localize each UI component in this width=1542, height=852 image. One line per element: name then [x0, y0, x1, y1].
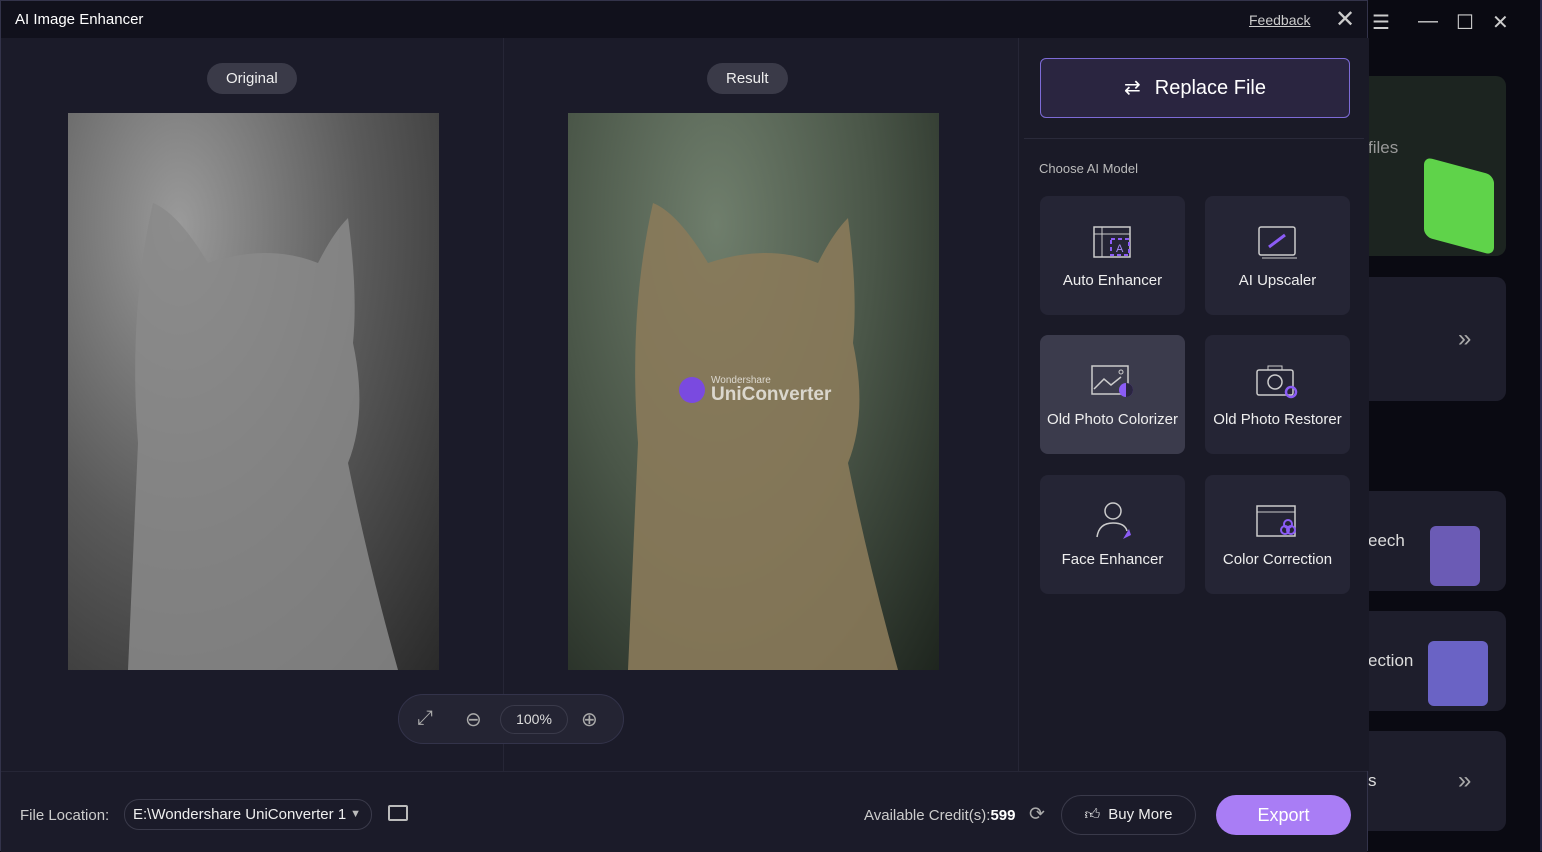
original-label: Original	[207, 63, 297, 94]
bg-card[interactable]: »	[1368, 277, 1506, 401]
bg-card[interactable]: s»	[1368, 731, 1506, 831]
upscaler-icon	[1257, 226, 1297, 259]
close-icon[interactable]: ✕	[1335, 5, 1355, 34]
zoom-controls: ⤢ ⊖ 100% ⊕	[398, 694, 624, 744]
swap-icon: ⇄	[1124, 77, 1141, 99]
maximize-icon[interactable]: ☐	[1456, 10, 1474, 35]
speech-graphic	[1430, 526, 1480, 586]
title-bar: AI Image Enhancer Feedback ✕	[1, 1, 1367, 38]
svg-text:A: A	[1116, 243, 1124, 255]
thumbs-up-icon: 👍︎	[1084, 806, 1101, 823]
color-correction-icon	[1255, 505, 1296, 537]
minimize-icon[interactable]: —	[1418, 10, 1438, 33]
fit-screen-icon[interactable]: ⤢	[417, 707, 433, 730]
chevron-right-icon: »	[1458, 325, 1472, 352]
bottom-bar: File Location: E:\Wondershare UniConvert…	[1, 771, 1367, 852]
detection-graphic	[1428, 641, 1488, 706]
face-enhancer-icon	[1095, 502, 1131, 539]
bg-card[interactable]: ection	[1368, 611, 1506, 711]
original-image	[68, 113, 439, 670]
auto-enhancer-icon: A	[1092, 226, 1131, 258]
background-app-window: ☰ — ☐ ✕ files » eech ection s»	[1368, 0, 1542, 851]
model-old-photo-restorer[interactable]: Old Photo Restorer	[1205, 335, 1350, 454]
model-ai-upscaler[interactable]: AI Upscaler	[1205, 196, 1350, 315]
menu-icon[interactable]: ☰	[1372, 10, 1390, 35]
colorizer-icon	[1090, 365, 1133, 397]
export-button[interactable]: Export	[1216, 795, 1351, 835]
bg-card[interactable]: files	[1368, 76, 1506, 256]
choose-model-label: Choose AI Model	[1039, 161, 1139, 176]
refresh-icon[interactable]: ⟳	[1029, 803, 1045, 826]
chevron-down-icon: ▼	[350, 808, 361, 820]
model-color-correction[interactable]: Color Correction	[1205, 475, 1350, 594]
available-credits: Available Credit(s):599	[864, 807, 1016, 824]
feedback-link[interactable]: Feedback	[1249, 12, 1310, 28]
bg-card[interactable]: eech	[1368, 491, 1506, 591]
divider	[1024, 138, 1364, 139]
zoom-out-icon[interactable]: ⊖	[465, 707, 482, 732]
ai-model-panel: ⇄ Replace File Choose AI Model A Auto Enh…	[1018, 38, 1369, 771]
model-auto-enhancer[interactable]: A Auto Enhancer	[1040, 196, 1185, 315]
model-old-photo-colorizer[interactable]: Old Photo Colorizer	[1040, 335, 1185, 454]
original-pane: Original	[1, 38, 504, 771]
result-label: Result	[707, 63, 788, 94]
folder-icon[interactable]	[388, 805, 408, 821]
uniconverter-logo-icon	[679, 377, 705, 403]
result-pane: Result Wondershare UniConverter	[504, 38, 1018, 771]
zoom-in-icon[interactable]: ⊕	[581, 707, 598, 732]
converter-graphic	[1424, 156, 1494, 256]
file-location-label: File Location:	[20, 807, 110, 824]
result-image: Wondershare UniConverter	[568, 113, 939, 670]
buy-more-button[interactable]: 👍︎ Buy More	[1061, 795, 1196, 835]
restorer-icon	[1255, 365, 1297, 399]
model-face-enhancer[interactable]: Face Enhancer	[1040, 475, 1185, 594]
file-location-select[interactable]: E:\Wondershare UniConverter 1 ▼	[124, 799, 372, 830]
chevron-right-icon: »	[1458, 767, 1472, 794]
ai-image-enhancer-window: AI Image Enhancer Feedback ✕ Original Re…	[0, 0, 1369, 852]
window-title: AI Image Enhancer	[15, 11, 144, 28]
replace-file-button[interactable]: ⇄ Replace File	[1040, 58, 1350, 118]
close-icon[interactable]: ✕	[1492, 10, 1509, 35]
zoom-level[interactable]: 100%	[500, 705, 568, 734]
watermark-logo: Wondershare UniConverter	[673, 375, 831, 406]
